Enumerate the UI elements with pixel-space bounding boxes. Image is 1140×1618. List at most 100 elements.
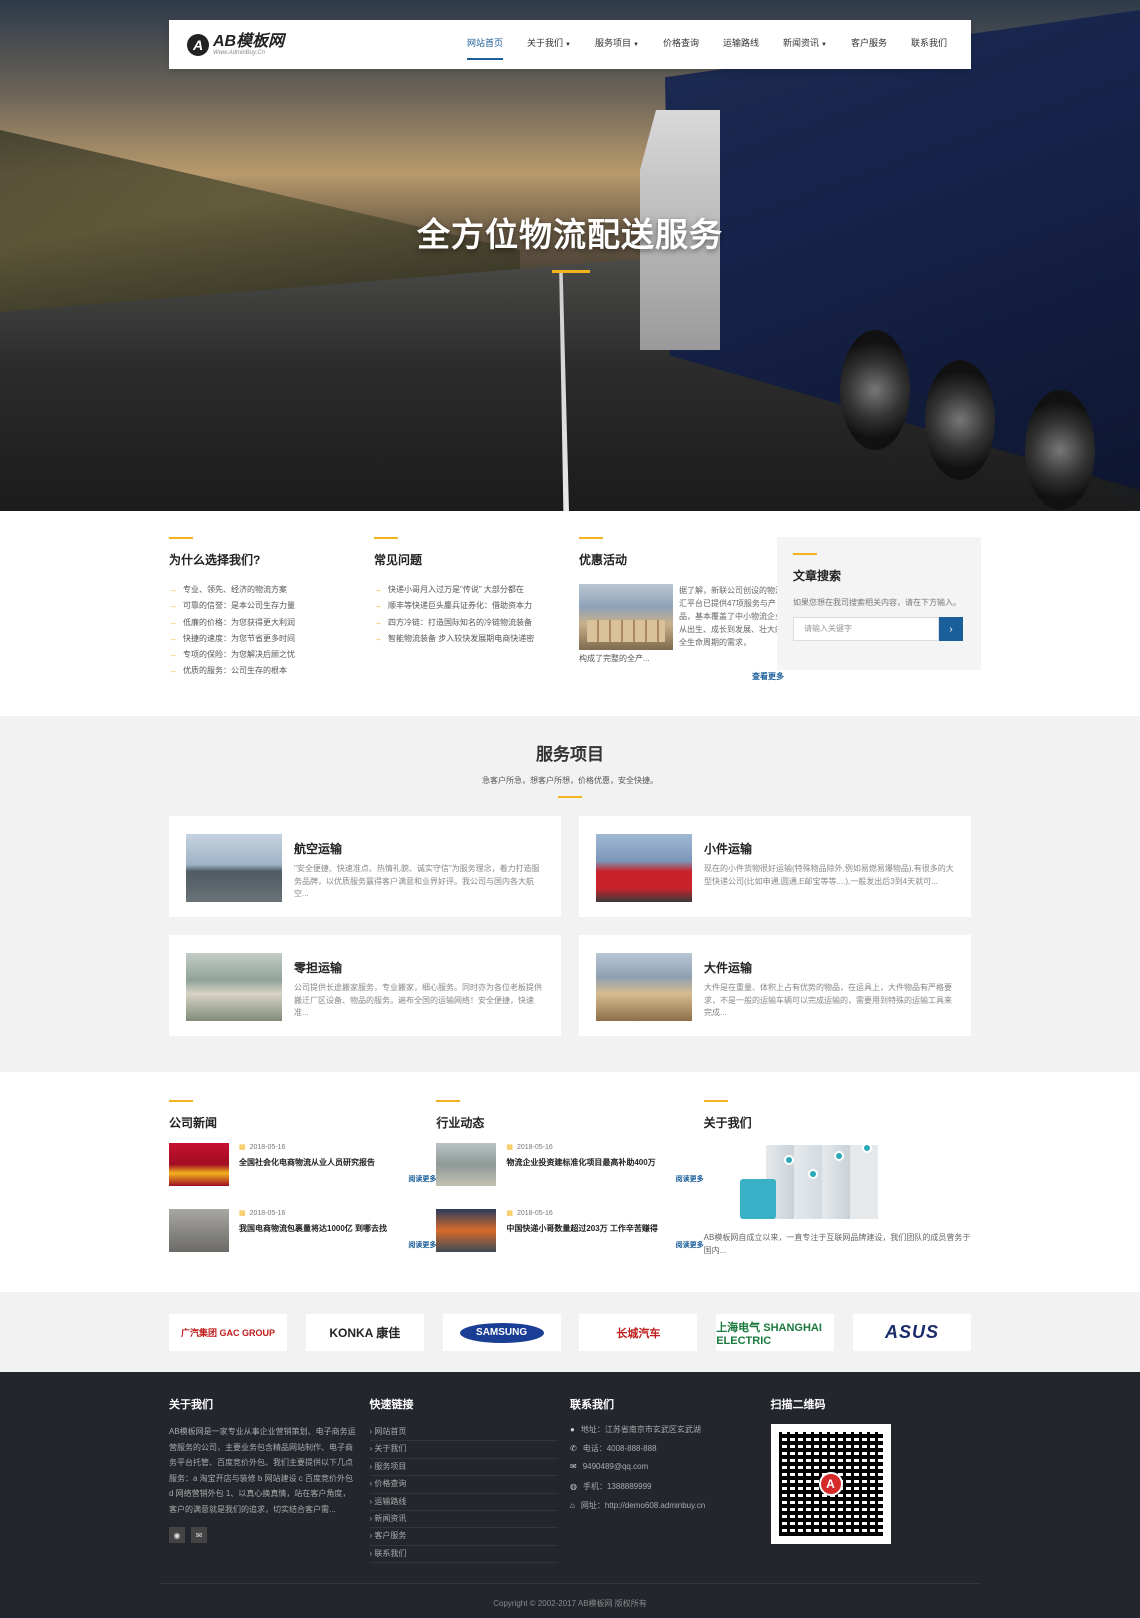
article-search: 文章搜索 如果您想在我司搜索相关内容，请在下方输入。 请输入关键字 ›	[777, 537, 981, 670]
nav-item[interactable]: 客户服务	[851, 20, 887, 69]
service-title: 航空运输	[294, 842, 343, 856]
partner-logo-shanghai-electric[interactable]: 上海电气 SHANGHAI ELECTRIC	[716, 1314, 835, 1351]
nav-item[interactable]: 新闻资讯 ▼	[783, 20, 827, 69]
footer-link[interactable]: › 关于我们	[369, 1441, 558, 1459]
nav-item[interactable]: 服务项目 ▼	[595, 20, 639, 69]
service-description: 公司提供长途搬家服务，专业搬家，细心服务。同时亦为各位老板提供搬迁厂区设备、物品…	[294, 983, 542, 1017]
email-icon[interactable]: ✉	[191, 1527, 207, 1543]
news-readmore-link[interactable]: 阅读更多	[506, 1240, 704, 1250]
partners-section: 广汽集团 GAC GROUP KONKA 康佳 SAMSUNG 长城汽车 上海电…	[0, 1292, 1140, 1372]
promotions: 优惠活动 据了解，新联公司创设的物流汇平台已提供47项服务与产品，基本覆盖了中小…	[579, 537, 784, 682]
arrow-right-icon: →	[169, 601, 177, 611]
about-text: AB模板网自成立以来，一直专注于互联网品牌建设，我们团队的成员曾务于国内...	[703, 1233, 971, 1255]
why-list-item[interactable]: → 专项的保险：为您解决后顾之忧	[169, 649, 374, 665]
why-list-item[interactable]: → 快捷的速度：为您节省更多时间	[169, 633, 374, 649]
faq-title: 常见问题	[374, 553, 423, 567]
site-logo[interactable]: A AB模板网 Www.AdminBuy.Cn	[187, 33, 433, 56]
service-card[interactable]: 大件运输 大件是在重量、体积上占有优势的物品，在运具上，大件物品有严格要求，不是…	[579, 935, 971, 1036]
service-title: 大件运输	[704, 961, 753, 975]
home-icon: ⌂	[570, 1501, 575, 1510]
footer-link[interactable]: › 运输路线	[369, 1494, 558, 1511]
caret-down-icon: ▼	[633, 42, 639, 48]
footer-link[interactable]: › 客户服务	[369, 1528, 558, 1546]
nav-item[interactable]: 网站首页	[467, 20, 504, 69]
arrow-right-icon: →	[374, 617, 382, 627]
faq-list: → 快递小哥月入过万是"传说" 大部分都在 → 顺丰等快递巨头鏖兵证券化：借助资本力 →…	[374, 584, 579, 649]
service-image	[596, 834, 692, 902]
news-section: 公司新闻 ▦ 2018-05-16 全国社会化电商物流从业人员研究报告 阅读更多 …	[0, 1072, 1140, 1292]
partner-logo-gac[interactable]: 广汽集团 GAC GROUP	[169, 1314, 287, 1351]
footer-link[interactable]: › 新闻资讯	[369, 1511, 558, 1529]
news-thumbnail[interactable]	[169, 1143, 229, 1186]
news-readmore-link[interactable]: 阅读更多	[506, 1174, 704, 1184]
why-list-item[interactable]: → 优质的服务：公司生存的根本	[169, 665, 374, 681]
contact-email[interactable]: ✉ 9490489@qq.com	[570, 1462, 771, 1481]
footer-link[interactable]: › 价格查询	[369, 1476, 558, 1494]
footer-link[interactable]: › 网站首页	[369, 1424, 558, 1442]
why-list-item[interactable]: → 可靠的信誉：是本公司生存力量	[169, 600, 374, 616]
search-button[interactable]: ›	[939, 617, 963, 641]
arrow-right-icon: →	[169, 666, 177, 676]
nav-item[interactable]: 关于我们 ▼	[527, 20, 571, 69]
news-readmore-link[interactable]: 阅读更多	[239, 1240, 436, 1250]
promo-title: 优惠活动	[579, 553, 628, 567]
news-thumbnail[interactable]	[436, 1209, 497, 1252]
why-list-item[interactable]: → 专业、领先、经济的物流方案	[169, 584, 374, 600]
news-readmore-link[interactable]: 阅读更多	[239, 1174, 436, 1184]
nav-item[interactable]: 价格查询	[663, 20, 699, 69]
faq-list-item[interactable]: → 快递小哥月入过万是"传说" 大部分都在	[374, 584, 579, 600]
news-thumbnail[interactable]	[436, 1143, 497, 1186]
arrow-right-icon: →	[169, 617, 177, 627]
service-card[interactable]: 航空运输 "安全便捷、快速准点、热情礼貌、诚实守信"为服务理念，着力打造服务品牌…	[169, 816, 561, 917]
main-menu: 网站首页 关于我们 ▼ 服务项目 ▼ 价格查询 运输路线 新闻资讯 ▼ 客户服务 联系我们	[467, 20, 971, 69]
hero-truck-wheel	[1025, 390, 1095, 510]
contact-website[interactable]: ⌂ 网址：http://demo608.adminbuy.cn	[570, 1500, 771, 1519]
logo-icon: A	[187, 33, 209, 56]
news-item[interactable]: ▦ 2018-05-16 物流企业投资建标准化项目最高补助400万 阅读更多	[436, 1143, 704, 1209]
copyright: Copyright © 2002-2017 AB模板网 版权所有	[160, 1583, 980, 1609]
search-input[interactable]: 请输入关键字	[793, 617, 939, 641]
logo-subtext: Www.AdminBuy.Cn	[213, 49, 265, 56]
news-date: 2018-05-16	[516, 1210, 553, 1217]
promo-warehouse-image[interactable]	[579, 584, 673, 650]
footer-about: 关于我们 AB模板网是一家专业从事企业营销策划、电子商务运营服务的公司，主要业务…	[169, 1396, 370, 1563]
service-description: "安全便捷、快速准点、热情礼貌、诚实守信"为服务理念，着力打造服务品牌，以优质服…	[294, 864, 540, 898]
news-title[interactable]: 全国社会化电商物流从业人员研究报告	[239, 1157, 436, 1168]
faq-list-item[interactable]: → 智能物流装备 步入较快发展期电商快递密	[374, 633, 579, 649]
partner-logo-asus[interactable]: ASUS	[852, 1314, 971, 1351]
faq-list-item[interactable]: → 顺丰等快递巨头鏖兵证券化：借助资本力	[374, 600, 579, 616]
calendar-icon: ▦	[239, 1210, 246, 1217]
news-item[interactable]: ▦ 2018-05-16 我国电商物流包裹量将达1000亿 到哪去找 阅读更多	[169, 1209, 436, 1275]
footer-link[interactable]: › 服务项目	[369, 1459, 558, 1477]
news-item[interactable]: ▦ 2018-05-16 全国社会化电商物流从业人员研究报告 阅读更多	[169, 1143, 436, 1209]
company-news-title: 公司新闻	[169, 1116, 218, 1130]
caret-down-icon: ▼	[821, 42, 827, 48]
section-accent-bar	[374, 537, 398, 539]
footer-qr-title: 扫描二维码	[770, 1399, 826, 1411]
why-list-item[interactable]: → 低廉的价格：为您获得更大利润	[169, 617, 374, 633]
qq-icon[interactable]: ◉	[169, 1527, 185, 1543]
about-us: 关于我们 AB模板网自成立以来，一直专注于互联网品牌建设，我们团队的成员曾务于国…	[703, 1100, 971, 1275]
news-item[interactable]: ▦ 2018-05-16 中国快递小哥数量超过203万 工作辛苦赚得 阅读更多	[436, 1209, 704, 1275]
news-title[interactable]: 我国电商物流包裹量将达1000亿 到哪去找	[239, 1223, 436, 1234]
news-title[interactable]: 中国快递小哥数量超过203万 工作辛苦赚得	[506, 1223, 703, 1234]
nav-item[interactable]: 运输路线	[723, 20, 759, 69]
partner-logo-greatwall[interactable]: 长城汽车	[579, 1314, 698, 1351]
news-title[interactable]: 物流企业投资建标准化项目最高补助400万	[506, 1157, 703, 1168]
section-accent-bar	[793, 553, 817, 555]
service-card[interactable]: 小件运输 现在的小件货物很好运输(特殊物品除外,例如易燃易爆物品),有很多的大型…	[579, 816, 971, 917]
footer-link[interactable]: › 联系我们	[369, 1546, 558, 1564]
section-accent-bar	[703, 1100, 728, 1102]
calendar-icon: ▦	[506, 1210, 513, 1217]
service-card[interactable]: 零担运输 公司提供长途搬家服务，专业搬家，细心服务。同时亦为各位老板提供搬迁厂区…	[169, 935, 561, 1036]
service-title: 零担运输	[294, 961, 343, 975]
news-thumbnail[interactable]	[169, 1209, 229, 1252]
partner-logo-samsung[interactable]: SAMSUNG	[442, 1314, 561, 1351]
arrow-right-icon: →	[169, 650, 177, 660]
promo-readmore-link[interactable]: 查看更多	[579, 671, 784, 682]
arrow-right-icon: →	[374, 633, 382, 643]
partner-logo-konka[interactable]: KONKA 康佳	[305, 1314, 424, 1351]
faq-list-item[interactable]: → 四方冷链：打造国际知名的冷链物流装备	[374, 617, 579, 633]
nav-item[interactable]: 联系我们	[911, 20, 947, 69]
search-title: 文章搜索	[793, 569, 842, 583]
